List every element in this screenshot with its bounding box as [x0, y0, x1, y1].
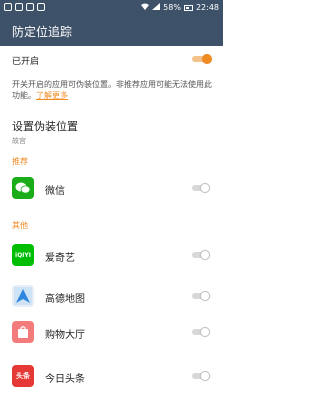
section-others-header: 其他: [12, 221, 28, 230]
app-name: 今日头条: [45, 374, 85, 385]
master-toggle-row[interactable]: 已开启: [0, 46, 223, 72]
app-row-iqiyi[interactable]: iQIYI 爱奇艺: [0, 240, 223, 270]
status-right: 58% 22:48: [141, 3, 219, 12]
set-fake-location-item[interactable]: 设置伪装位置 故宫: [12, 118, 78, 146]
app-toggle-amap[interactable]: [192, 291, 212, 301]
master-toggle-label: 已开启: [12, 57, 40, 67]
status-bar: 58% 22:48: [0, 0, 223, 16]
shopping-bag-icon: [12, 321, 34, 343]
page-title: 防定位追踪: [12, 25, 73, 39]
app-name: 高德地图: [45, 294, 85, 305]
notification-icons: [4, 3, 45, 11]
signal-icon: [152, 3, 161, 12]
app-row-wechat[interactable]: 微信: [0, 173, 223, 203]
toutiao-icon: 头条: [12, 365, 34, 387]
notification-icon: [15, 3, 23, 11]
app-row-shopping[interactable]: 购物大厅: [0, 317, 223, 347]
master-toggle[interactable]: [192, 54, 212, 64]
section-recommended-header: 推荐: [12, 157, 28, 166]
app-name: 微信: [45, 186, 65, 197]
notification-icon: [4, 3, 12, 11]
app-bar: 防定位追踪: [0, 16, 223, 46]
feature-description: 开关开启的应用可伪装位置。非推荐应用可能无法使用此功能。了解更多: [12, 79, 217, 101]
wifi-icon: [141, 3, 150, 12]
app-name: 购物大厅: [45, 330, 85, 341]
clock: 22:48: [195, 3, 219, 12]
app-toggle-toutiao[interactable]: [192, 371, 212, 381]
set-fake-location-value: 故宫: [12, 137, 26, 145]
battery-icon: [183, 4, 193, 11]
notification-icon: [26, 3, 34, 11]
app-toggle-shopping[interactable]: [192, 327, 212, 337]
iqiyi-icon: iQIYI: [12, 244, 34, 266]
learn-more-link[interactable]: 了解更多: [36, 91, 68, 100]
amap-icon: [12, 285, 34, 307]
app-toggle-iqiyi[interactable]: [192, 250, 212, 260]
notification-icon: [37, 3, 45, 11]
app-toggle-wechat[interactable]: [192, 183, 212, 193]
app-name: 爱奇艺: [45, 253, 75, 264]
battery-percent: 58%: [163, 3, 181, 12]
wechat-icon: [12, 177, 34, 199]
set-fake-location-title: 设置伪装位置: [12, 120, 78, 133]
app-row-amap[interactable]: 高德地图: [0, 281, 223, 311]
app-row-toutiao[interactable]: 头条 今日头条: [0, 361, 223, 391]
